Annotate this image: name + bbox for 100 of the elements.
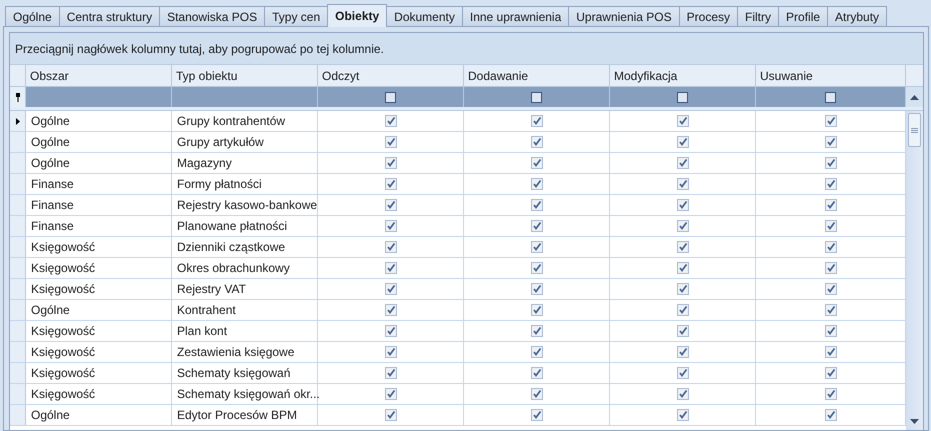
scroll-thumb[interactable] xyxy=(908,113,921,147)
permission-checkbox[interactable] xyxy=(530,199,542,211)
tab[interactable]: Profile xyxy=(778,6,828,26)
permission-checkbox[interactable] xyxy=(530,115,542,127)
table-cell: Formy płatności xyxy=(172,174,318,194)
permission-checkbox[interactable] xyxy=(384,262,396,274)
permission-checkbox[interactable] xyxy=(676,346,688,358)
permission-checkbox[interactable] xyxy=(824,157,836,169)
scroll-up-icon[interactable] xyxy=(910,94,919,100)
vertical-scrollbar[interactable] xyxy=(906,111,923,430)
tab[interactable]: Procesy xyxy=(678,6,738,26)
tab[interactable]: Obiekty xyxy=(327,4,388,27)
table-cell: Ogólne xyxy=(26,153,172,173)
permission-checkbox[interactable] xyxy=(824,220,836,232)
current-row-icon xyxy=(16,118,20,124)
permission-checkbox[interactable] xyxy=(824,115,836,127)
permission-checkbox[interactable] xyxy=(676,409,688,421)
permission-checkbox[interactable] xyxy=(676,388,688,400)
permission-checkbox[interactable] xyxy=(824,325,836,337)
table-cell: Magazyny xyxy=(172,153,318,173)
permission-checkbox[interactable] xyxy=(824,283,836,295)
permission-checkbox[interactable] xyxy=(676,304,688,316)
permission-checkbox[interactable] xyxy=(384,241,396,253)
permission-checkbox[interactable] xyxy=(676,199,688,211)
column-header[interactable]: Obszar xyxy=(26,65,172,86)
column-header[interactable]: Odczyt xyxy=(318,65,464,86)
column-header[interactable]: Usuwanie xyxy=(756,65,906,86)
column-header[interactable]: Dodawanie xyxy=(464,65,610,86)
tab[interactable]: Inne uprawnienia xyxy=(462,6,570,26)
permission-checkbox[interactable] xyxy=(824,241,836,253)
permission-checkbox[interactable] xyxy=(676,283,688,295)
permission-checkbox[interactable] xyxy=(530,304,542,316)
column-header[interactable]: Typ obiektu xyxy=(172,65,318,86)
table-cell: Grupy kontrahentów xyxy=(172,111,318,131)
tab[interactable]: Centra struktury xyxy=(58,6,160,26)
permission-checkbox[interactable] xyxy=(384,409,396,421)
permission-checkbox[interactable] xyxy=(530,220,542,232)
table-cell: Dzienniki cząstkowe xyxy=(172,237,318,257)
permission-checkbox[interactable] xyxy=(384,304,396,316)
permission-checkbox[interactable] xyxy=(530,409,542,421)
permission-checkbox[interactable] xyxy=(530,178,542,190)
column-header[interactable]: Modyfikacja xyxy=(610,65,756,86)
permission-checkbox[interactable] xyxy=(384,346,396,358)
permission-checkbox[interactable] xyxy=(676,325,688,337)
permission-checkbox[interactable] xyxy=(824,367,836,379)
permission-checkbox[interactable] xyxy=(676,241,688,253)
permission-checkbox[interactable] xyxy=(384,136,396,148)
permission-checkbox[interactable] xyxy=(824,346,836,358)
permission-checkbox[interactable] xyxy=(530,388,542,400)
permission-checkbox[interactable] xyxy=(676,136,688,148)
tab[interactable]: Dokumenty xyxy=(386,6,463,26)
table-cell: Księgowość xyxy=(26,237,172,257)
permission-checkbox[interactable] xyxy=(676,157,688,169)
permission-checkbox[interactable] xyxy=(530,346,542,358)
permission-checkbox[interactable] xyxy=(384,178,396,190)
permission-checkbox[interactable] xyxy=(384,325,396,337)
permission-checkbox[interactable] xyxy=(530,241,542,253)
row-indicator[interactable] xyxy=(10,111,26,131)
permission-checkbox[interactable] xyxy=(824,304,836,316)
permission-checkbox[interactable] xyxy=(530,262,542,274)
permission-checkbox[interactable] xyxy=(384,283,396,295)
filter-checkbox[interactable] xyxy=(385,92,396,102)
table-cell: Finanse xyxy=(26,174,172,194)
permission-checkbox[interactable] xyxy=(384,367,396,379)
tab[interactable]: Filtry xyxy=(737,6,780,26)
permission-checkbox[interactable] xyxy=(824,199,836,211)
tab[interactable]: Ogólne xyxy=(5,6,60,26)
permission-checkbox[interactable] xyxy=(530,367,542,379)
permission-checkbox[interactable] xyxy=(824,388,836,400)
permission-checkbox[interactable] xyxy=(824,262,836,274)
permission-checkbox[interactable] xyxy=(530,136,542,148)
permission-checkbox[interactable] xyxy=(824,409,836,421)
permission-checkbox[interactable] xyxy=(676,367,688,379)
table-cell: Rejestry VAT xyxy=(172,279,318,299)
permission-checkbox[interactable] xyxy=(530,157,542,169)
permission-checkbox[interactable] xyxy=(384,157,396,169)
table-cell: Ogólne xyxy=(26,300,172,320)
filter-checkbox[interactable] xyxy=(825,92,836,102)
tab[interactable]: Uprawnienia POS xyxy=(568,6,680,26)
tab[interactable]: Typy cen xyxy=(264,6,328,26)
tab[interactable]: Atrybuty xyxy=(827,6,888,26)
permission-checkbox[interactable] xyxy=(676,220,688,232)
filter-checkbox[interactable] xyxy=(531,92,542,102)
permission-checkbox[interactable] xyxy=(384,220,396,232)
scroll-down-icon[interactable] xyxy=(910,419,919,424)
permission-checkbox[interactable] xyxy=(824,178,836,190)
permission-checkbox[interactable] xyxy=(384,115,396,127)
permission-checkbox[interactable] xyxy=(384,199,396,211)
permission-checkbox[interactable] xyxy=(384,388,396,400)
table-cell: Ogólne xyxy=(26,132,172,152)
permission-checkbox[interactable] xyxy=(676,262,688,274)
filter-checkbox[interactable] xyxy=(677,92,688,102)
permission-checkbox[interactable] xyxy=(530,325,542,337)
table-cell: Zestawienia księgowe xyxy=(172,342,318,362)
permission-checkbox[interactable] xyxy=(530,283,542,295)
permission-checkbox[interactable] xyxy=(676,178,688,190)
permission-checkbox[interactable] xyxy=(676,115,688,127)
filter-pin-icon xyxy=(14,92,20,102)
tab[interactable]: Stanowiska POS xyxy=(159,6,266,26)
permission-checkbox[interactable] xyxy=(824,136,836,148)
